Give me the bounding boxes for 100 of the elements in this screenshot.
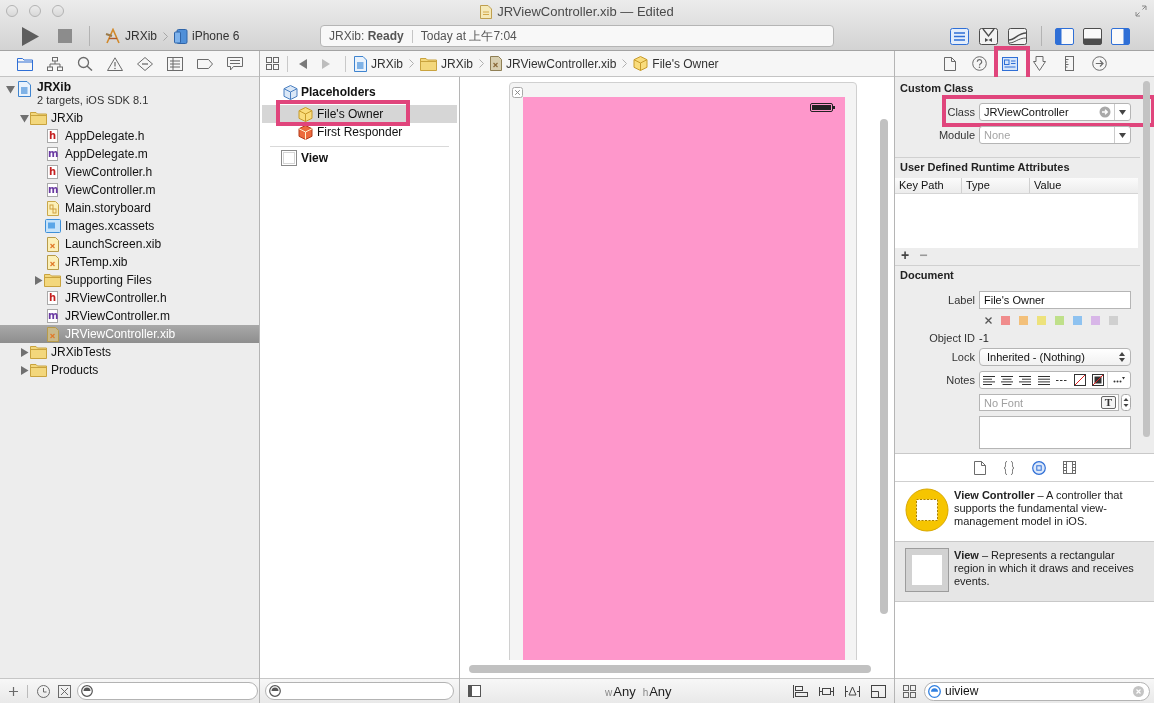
back-arrow-icon[interactable]	[299, 58, 307, 69]
navigator-item[interactable]: h AppDelegate.h	[0, 127, 259, 145]
breadcrumb[interactable]: JRViewController.xib	[490, 56, 617, 71]
curve-icon[interactable]	[1008, 27, 1027, 45]
font-button[interactable]: T	[1101, 396, 1116, 409]
grid-icon[interactable]	[903, 684, 916, 698]
breadcrumb[interactable]: File's Owner	[633, 56, 719, 71]
ruler-icon[interactable]	[1065, 56, 1074, 71]
tuxedo-icon[interactable]	[979, 27, 998, 45]
breadcrumb[interactable]: JRXib	[354, 55, 403, 72]
right-panel-icon[interactable]	[1111, 27, 1130, 45]
cross-icon[interactable]	[985, 317, 992, 324]
target-icon[interactable]	[1031, 460, 1046, 475]
destination-button[interactable]: iPhone 6	[174, 28, 240, 44]
navigator-item[interactable]: h ViewController.h	[0, 163, 259, 181]
diamond-icon[interactable]	[137, 56, 153, 71]
library-search-field[interactable]: uiview	[924, 681, 1150, 701]
align-right-icon[interactable]	[1019, 375, 1032, 385]
lock-popup-button[interactable]: Inherited - (Nothing)	[979, 348, 1131, 366]
disclosure-triangle-icon[interactable]	[19, 365, 29, 375]
color-swatch[interactable]	[1037, 316, 1046, 325]
scheme-button[interactable]: JRXib	[105, 28, 157, 44]
stepper-icon[interactable]	[1121, 394, 1131, 411]
disclosure-triangle-icon[interactable]	[33, 275, 43, 285]
disclosure-triangle-icon[interactable]	[19, 347, 29, 357]
folder-icon[interactable]	[17, 56, 33, 71]
outline-item[interactable]: File's Owner	[262, 105, 457, 123]
outline-filter-field[interactable]	[265, 682, 454, 700]
navigator-item[interactable]: m AppDelegate.m	[0, 145, 259, 163]
vertical-scrollbar[interactable]	[880, 119, 888, 614]
navigator-item[interactable]: Products	[0, 361, 259, 379]
close-icon[interactable]	[512, 87, 523, 98]
navigator-item[interactable]: h JRViewController.h	[0, 289, 259, 307]
grid-icon[interactable]	[266, 57, 279, 70]
navigator-item[interactable]: Supporting Files	[0, 271, 259, 289]
color-swatch[interactable]	[1001, 316, 1010, 325]
dashed-line-icon[interactable]	[1055, 378, 1068, 382]
document-icon[interactable]	[973, 460, 986, 475]
ellipsis-icon[interactable]	[1113, 377, 1126, 383]
navigator-item[interactable]: Images.xcassets	[0, 217, 259, 235]
list-icon[interactable]	[167, 56, 183, 71]
clock-icon[interactable]	[37, 684, 50, 698]
id-card-icon[interactable]	[1001, 56, 1018, 71]
bottom-panel-icon[interactable]	[1083, 27, 1102, 45]
braces-icon[interactable]	[1002, 460, 1015, 475]
disclosure-triangle-icon[interactable]	[19, 113, 29, 123]
color-swatch[interactable]	[1055, 316, 1064, 325]
navigator-item[interactable]: m ViewController.m	[0, 181, 259, 199]
pin-icon[interactable]	[819, 684, 834, 698]
arrow-circle-icon[interactable]	[1092, 56, 1107, 71]
speech-bubble-icon[interactable]	[227, 56, 243, 71]
resizing-icon[interactable]	[871, 684, 886, 698]
size-class-label[interactable]: wAny	[605, 683, 636, 699]
navigator-item[interactable]: JRTemp.xib	[0, 253, 259, 271]
outline-group[interactable]: Placeholders	[260, 83, 459, 101]
color-swatch[interactable]	[1109, 316, 1118, 325]
arrow-circle-icon[interactable]	[1099, 106, 1111, 118]
breadcrumb[interactable]: JRXib	[420, 56, 474, 71]
navigator-item[interactable]: JRXibTests	[0, 343, 259, 361]
size-class-label[interactable]: hAny	[642, 683, 672, 699]
search-icon[interactable]	[77, 56, 93, 71]
vertical-scrollbar[interactable]	[1143, 81, 1150, 437]
column-header[interactable]: Key Path	[895, 178, 962, 193]
navigator-item[interactable]: m JRViewController.m	[0, 307, 259, 325]
horizontal-scrollbar[interactable]	[469, 665, 871, 673]
resolve-issues-icon[interactable]	[845, 684, 860, 698]
document-icon[interactable]	[943, 56, 956, 71]
outline-item[interactable]: View	[262, 149, 457, 167]
library-item[interactable]: View – Represents a rectangular region in which it draws and receives events.	[895, 542, 1154, 602]
outline-item[interactable]: First Responder	[262, 123, 457, 141]
class-combo-box[interactable]: JRViewController	[979, 103, 1131, 121]
color-swatch[interactable]	[1073, 316, 1082, 325]
align-icon[interactable]	[793, 684, 808, 698]
play-icon[interactable]	[22, 26, 39, 46]
color-swatch[interactable]	[1091, 316, 1100, 325]
label-text-field[interactable]: File's Owner	[979, 291, 1131, 309]
column-header[interactable]: Value	[1030, 178, 1138, 193]
sidebar-toggle-icon[interactable]	[468, 685, 481, 697]
down-arrow-icon[interactable]	[1033, 56, 1046, 71]
left-panel-icon[interactable]	[1055, 27, 1074, 45]
color-swatch[interactable]	[1019, 316, 1028, 325]
cross-box-icon[interactable]	[58, 684, 71, 698]
navigator-item[interactable]: LaunchScreen.xib	[0, 235, 259, 253]
caret-icon[interactable]	[1119, 109, 1126, 115]
caret-icon[interactable]	[1119, 132, 1126, 138]
film-icon[interactable]	[1062, 461, 1076, 474]
add-button[interactable]: +	[901, 248, 910, 262]
align-center-icon[interactable]	[1001, 375, 1014, 385]
column-header[interactable]: Type	[962, 178, 1030, 193]
fullscreen-icon[interactable]	[1135, 5, 1147, 17]
disclosure-triangle-icon[interactable]	[5, 85, 15, 94]
navigator-filter-field[interactable]	[77, 682, 258, 700]
plus-icon[interactable]	[9, 686, 18, 696]
navigator-item[interactable]: Main.storyboard	[0, 199, 259, 217]
font-field[interactable]: No Font T	[979, 394, 1119, 411]
slashed-filled-box-icon[interactable]	[1092, 374, 1105, 386]
align-left-icon[interactable]	[983, 375, 996, 385]
navigator-item[interactable]: JRXib	[0, 109, 259, 127]
slashed-box-icon[interactable]	[1073, 374, 1086, 386]
lines-icon[interactable]	[950, 27, 969, 45]
